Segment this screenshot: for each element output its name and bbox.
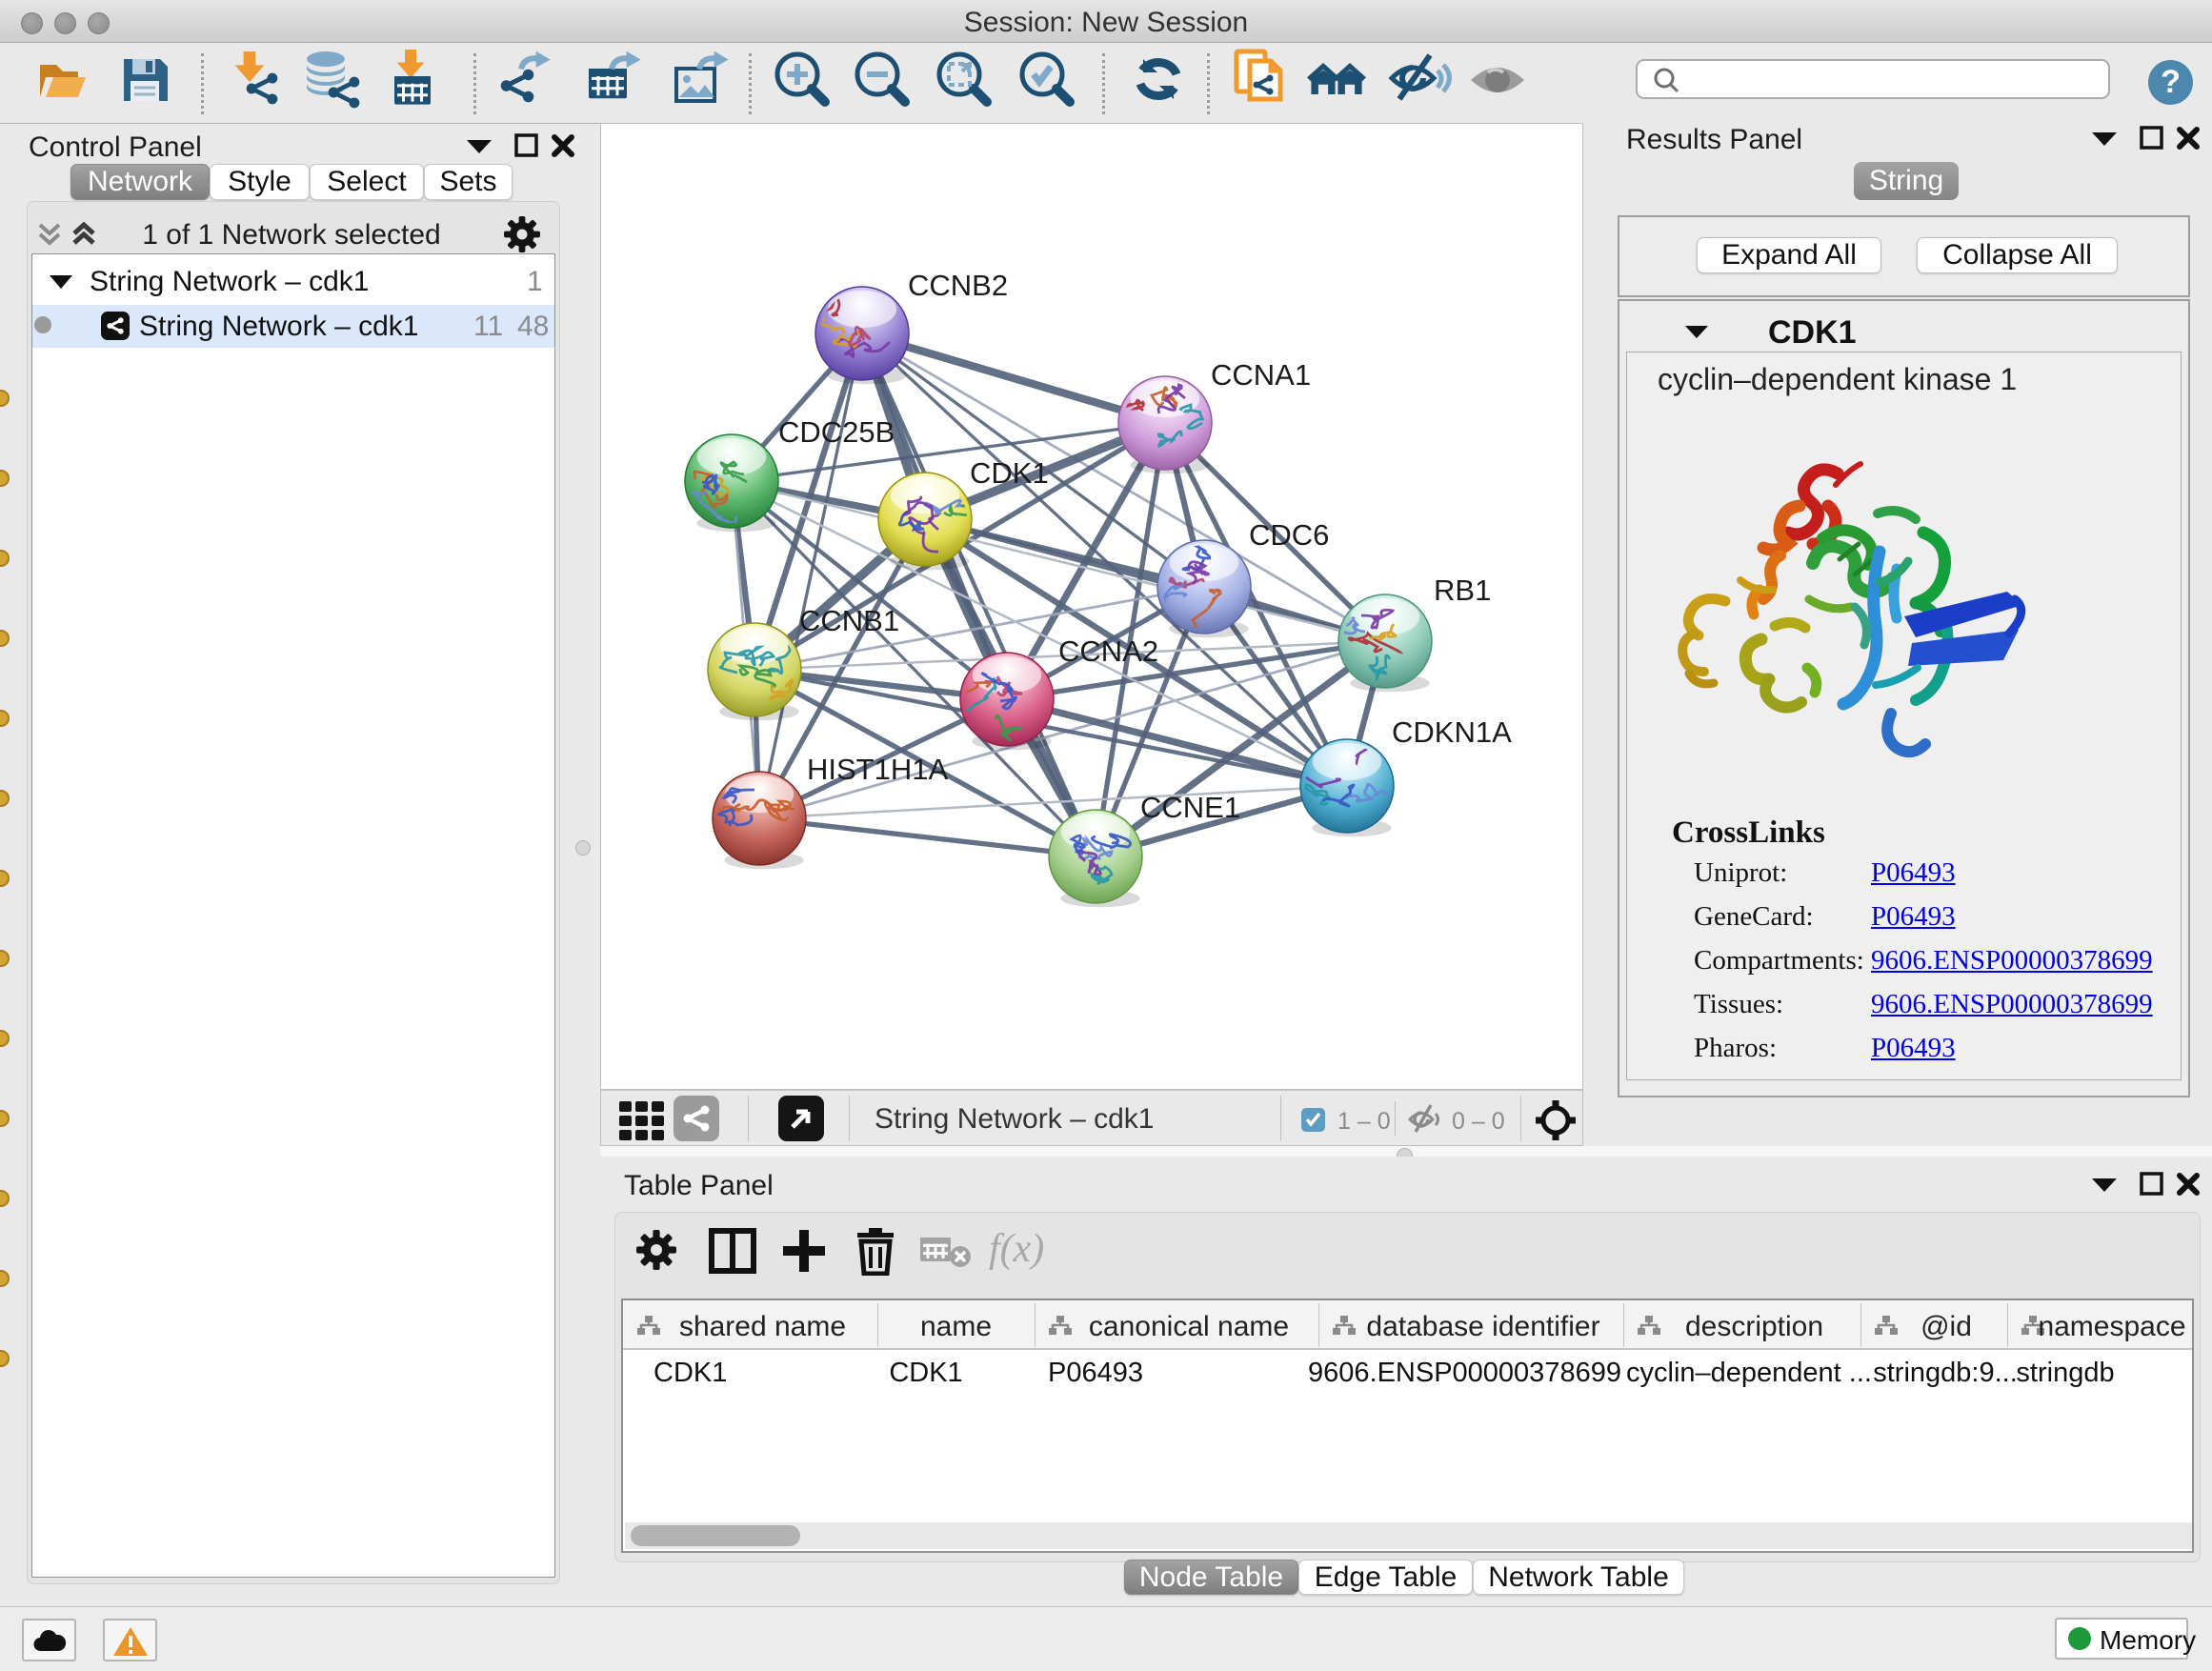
svg-text:CDC6: CDC6 [1249, 518, 1329, 552]
svg-text:CDC25B: CDC25B [778, 415, 895, 449]
svg-text:CDKN1A: CDKN1A [1392, 715, 1512, 749]
svg-text:CCNE1: CCNE1 [1140, 791, 1240, 824]
svg-text:RB1: RB1 [1434, 574, 1491, 607]
svg-text:CDK1: CDK1 [970, 456, 1049, 490]
svg-text:CCNB2: CCNB2 [908, 269, 1008, 302]
svg-text:CCNA2: CCNA2 [1058, 634, 1158, 668]
svg-text:HIST1H1A: HIST1H1A [807, 753, 948, 786]
svg-text:CCNB1: CCNB1 [799, 604, 899, 637]
svg-text:CCNA1: CCNA1 [1211, 358, 1311, 392]
